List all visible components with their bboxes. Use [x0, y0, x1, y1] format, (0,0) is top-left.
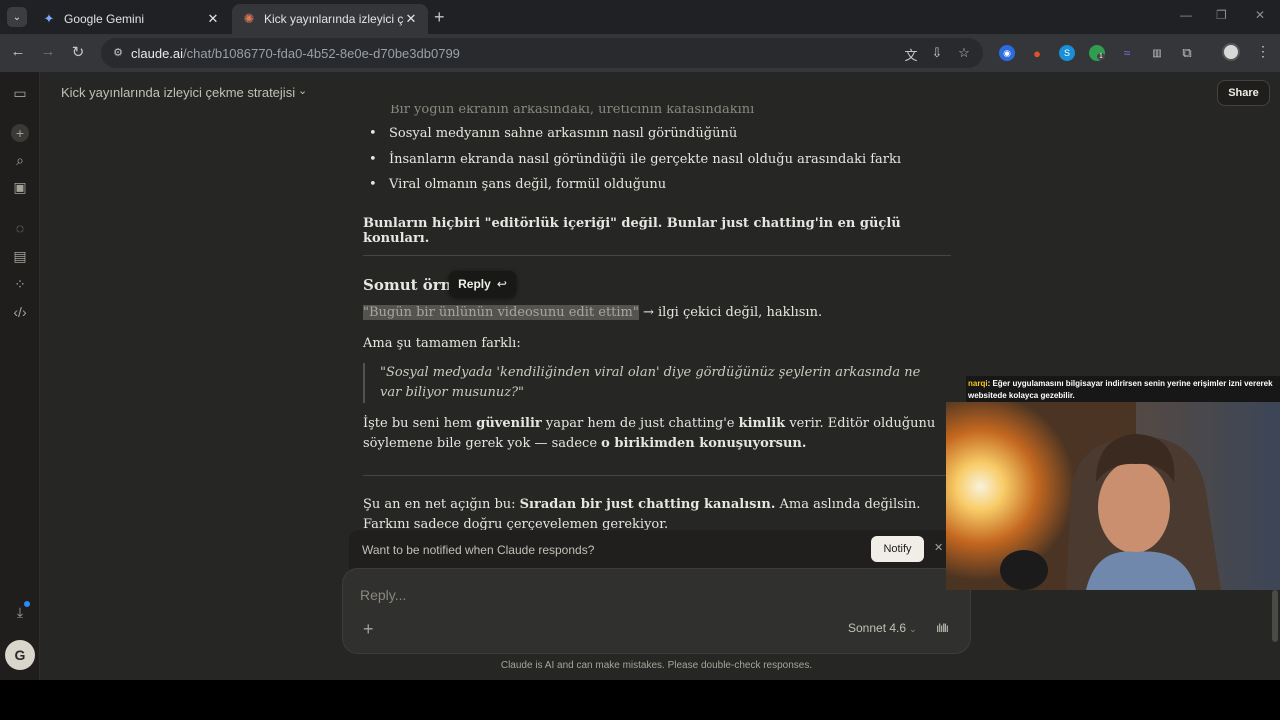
- notify-text: Want to be notified when Claude responds…: [362, 543, 595, 557]
- extension-badge: 1: [1097, 53, 1105, 60]
- reply-input[interactable]: [360, 587, 760, 603]
- briefcase-icon[interactable]: ▣: [11, 178, 29, 196]
- new-tab-icon[interactable]: +: [434, 7, 445, 28]
- address-bar[interactable]: ⚙ claude.ai/chat/b1086770-fda0-4b52-8e0e…: [101, 38, 983, 68]
- extension-icon[interactable]: 1: [1089, 45, 1105, 61]
- claude-icon: ✺: [243, 11, 255, 26]
- reload-icon[interactable]: ↻: [68, 43, 88, 61]
- paragraph: İşte bu seni hem güvenilir yapar hem de …: [363, 416, 936, 451]
- notify-banner: Want to be notified when Claude responds…: [349, 530, 950, 569]
- chevron-down-icon: ⌄: [909, 624, 917, 634]
- composer: + Sonnet 4.6⌄ ılıllı: [342, 568, 971, 654]
- site-info-icon[interactable]: ⚙: [111, 46, 125, 60]
- extension-icon[interactable]: ◉: [999, 45, 1015, 61]
- selected-text[interactable]: "Bugün bir ünlünün videosunu edit ettim": [363, 305, 639, 320]
- extension-icon[interactable]: ▥: [1149, 45, 1165, 61]
- bold-paragraph: Bunların hiçbiri "editörlük içeriği" değ…: [363, 216, 901, 246]
- tab-google-gemini[interactable]: ✦ Google Gemini ✕: [32, 4, 230, 34]
- list-item: Sosyal medyanın sahne arkasının nasıl gö…: [363, 124, 901, 150]
- gemini-icon: ✦: [43, 11, 55, 26]
- webcam-image: [946, 402, 1280, 590]
- voice-mode-icon[interactable]: ılıllı: [936, 621, 949, 635]
- share-button[interactable]: Share: [1217, 80, 1270, 106]
- bookmark-star-icon[interactable]: ☆: [955, 45, 973, 61]
- list-item: Viral olmanın şans değil, formül olduğun…: [363, 175, 901, 201]
- projects-icon[interactable]: ▤: [11, 247, 29, 265]
- extension-icon[interactable]: ≈: [1119, 45, 1135, 61]
- chat-message: : Eğer uygulamasını bilgisayar indirirse…: [968, 379, 1273, 400]
- profile-avatar[interactable]: [1222, 43, 1240, 61]
- chats-icon[interactable]: ◌: [11, 219, 29, 237]
- tab-title: Kick yayınlarında izleyici çekme: [264, 12, 404, 26]
- chevron-down-icon[interactable]: ⌄: [298, 84, 307, 97]
- webcam-feed: [946, 402, 1280, 590]
- artifacts-icon[interactable]: ⁘: [11, 275, 29, 293]
- new-chat-icon[interactable]: +: [11, 124, 29, 142]
- translate-icon[interactable]: 文: [902, 45, 920, 64]
- divider: [363, 255, 951, 256]
- conversation-title[interactable]: Kick yayınlarında izleyici çekme stratej…: [61, 85, 295, 100]
- url-text[interactable]: claude.ai/chat/b1086770-fda0-4b52-8e0e-d…: [131, 46, 460, 61]
- tab-search-button[interactable]: ⌄: [7, 7, 27, 27]
- reply-label: Reply: [458, 277, 491, 291]
- more-menu-icon[interactable]: ⋮: [1256, 43, 1270, 60]
- extension-icon[interactable]: ●: [1029, 45, 1045, 61]
- model-selector[interactable]: Sonnet 4.6 ⌄: [848, 621, 917, 635]
- chevron-down-icon: ⌄: [12, 11, 22, 23]
- browser-tab-strip: ⌄ ✦ Google Gemini ✕ ✺ Kick yayınlarında …: [0, 0, 1280, 34]
- install-app-icon[interactable]: ⇩: [928, 45, 946, 61]
- notify-button[interactable]: Notify: [871, 536, 924, 562]
- scrollbar[interactable]: [1272, 590, 1278, 642]
- sidebar-toggle-icon[interactable]: ▭: [11, 84, 29, 102]
- example-rest: → ilgi çekici değil, haklısın.: [638, 305, 823, 320]
- reply-arrow-icon: ↩: [496, 277, 507, 291]
- paragraph: Ama şu tamamen farklı:: [363, 336, 521, 351]
- back-icon[interactable]: ←: [8, 43, 28, 60]
- tab-claude-chat[interactable]: ✺ Kick yayınlarında izleyici çekme ✕: [232, 4, 428, 34]
- window-close-icon[interactable]: ✕: [1255, 8, 1265, 22]
- search-icon[interactable]: ⌕: [11, 151, 29, 169]
- sidebar: ▭ + ⌕ ▣ ◌ ▤ ⁘ ‹/› ⤓ G: [0, 72, 40, 680]
- forward-icon[interactable]: →: [38, 43, 58, 60]
- partial-text-line: Bir yoğun ekranın arkasındaki, üreticini…: [390, 102, 755, 117]
- blockquote: "Sosyal medyada 'kendiliğinden viral ola…: [363, 363, 923, 403]
- close-icon[interactable]: ✕: [404, 11, 418, 27]
- divider: [363, 475, 951, 476]
- reply-popup-button[interactable]: Reply ↩: [449, 271, 516, 297]
- browser-toolbar: ← → ↻ ⚙ claude.ai/chat/b1086770-fda0-4b5…: [0, 34, 1280, 72]
- chat-username: narqi: [968, 379, 988, 388]
- extensions-puzzle-icon[interactable]: ⧉: [1179, 45, 1195, 61]
- code-icon[interactable]: ‹/›: [11, 303, 29, 321]
- restore-icon[interactable]: ❐: [1216, 8, 1227, 22]
- close-icon[interactable]: ✕: [206, 11, 220, 27]
- minimize-icon[interactable]: —: [1180, 8, 1192, 22]
- extension-icon[interactable]: S: [1059, 45, 1075, 61]
- list-item: İnsanların ekranda nasıl göründüğü ile g…: [363, 150, 901, 176]
- stream-chat-overlay: narqi: Eğer uygulamasını bilgisayar indi…: [966, 376, 1280, 405]
- notification-dot: [24, 601, 30, 607]
- close-icon[interactable]: ✕: [934, 541, 943, 554]
- add-attachment-icon[interactable]: +: [363, 619, 374, 640]
- disclaimer: Claude is AI and can make mistakes. Plea…: [500, 660, 813, 671]
- paragraph: Şu an en net açığın bu: Sıradan bir just…: [363, 497, 921, 532]
- example-line: "Bugün bir ünlünün videosunu edit ettim"…: [363, 305, 822, 320]
- bullet-list: Sosyal medyanın sahne arkasının nasıl gö…: [363, 124, 901, 201]
- tab-title: Google Gemini: [64, 12, 145, 26]
